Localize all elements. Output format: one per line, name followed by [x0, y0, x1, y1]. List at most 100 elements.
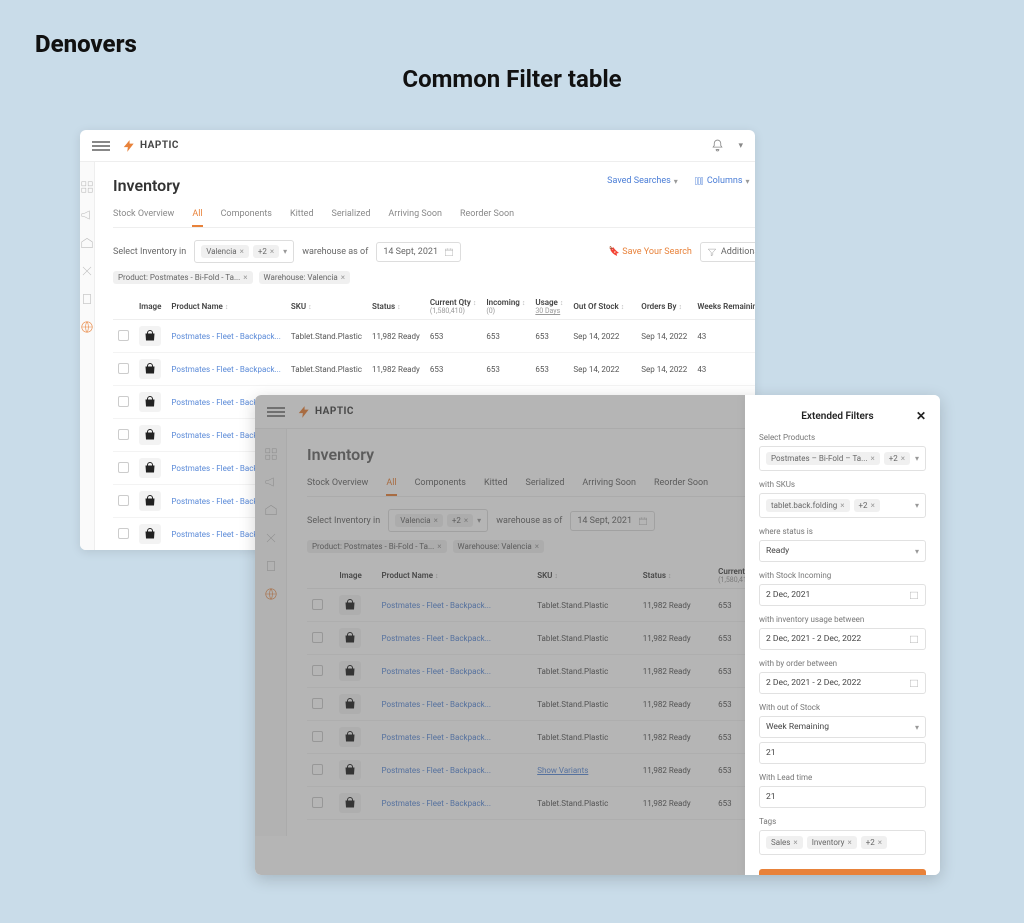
skus-input[interactable]: tablet.back.folding×+2×▾	[759, 493, 926, 518]
tab-reorder-soon[interactable]: Reorder Soon	[460, 209, 514, 227]
more-chip[interactable]: +2×	[253, 245, 279, 258]
sidebar-warehouse-icon[interactable]	[264, 503, 278, 517]
column-header[interactable]: Weeks Remaining ↕	[692, 294, 755, 320]
sidebar-megaphone-icon[interactable]	[80, 208, 94, 222]
tags-input[interactable]: Sales×Inventory×+2×	[759, 830, 926, 855]
row-checkbox[interactable]	[118, 363, 129, 374]
product-name-link[interactable]: Postmates - Fleet - Back...	[171, 497, 263, 506]
tab-arriving-soon[interactable]: Arriving Soon	[582, 478, 636, 496]
tab-stock-overview[interactable]: Stock Overview	[113, 209, 174, 227]
row-checkbox[interactable]	[312, 731, 323, 742]
columns-link[interactable]: Columns ▾	[694, 176, 750, 186]
row-checkbox[interactable]	[312, 797, 323, 808]
column-header[interactable]: Status ↕	[638, 563, 713, 589]
additional-filters-button[interactable]: Additional Filters	[700, 242, 755, 262]
sidebar-tools-icon[interactable]	[264, 531, 278, 545]
sidebar-dashboard-icon[interactable]	[264, 447, 278, 461]
lead-time-input[interactable]: 21	[759, 786, 926, 808]
product-name-link[interactable]: Postmates - Fleet - Back...	[171, 530, 263, 539]
tab-serialized[interactable]: Serialized	[332, 209, 371, 227]
chip-remove-icon[interactable]: ×	[243, 273, 247, 282]
sidebar-tools-icon[interactable]	[80, 264, 94, 278]
show-variants-link[interactable]: Show Variants	[537, 766, 588, 775]
tab-serialized[interactable]: Serialized	[526, 478, 565, 496]
inventory-usage-range[interactable]: 2 Dec, 2021 - 2 Dec, 2022	[759, 628, 926, 650]
tab-components[interactable]: Components	[221, 209, 272, 227]
warehouse-chip[interactable]: Valencia×	[395, 514, 443, 527]
column-header[interactable]: SKU ↕	[286, 294, 367, 320]
filter-chip-product[interactable]: Product: Postmates - Bi-Fold - Ta...×	[113, 271, 253, 284]
tab-reorder-soon[interactable]: Reorder Soon	[654, 478, 708, 496]
row-checkbox[interactable]	[118, 429, 129, 440]
chip-remove-icon[interactable]: ×	[437, 542, 441, 551]
product-name-link[interactable]: Postmates - Fleet - Backpack...	[382, 601, 491, 610]
product-name-link[interactable]: Postmates - Fleet - Backpack...	[382, 634, 491, 643]
chip-remove-icon[interactable]: ×	[270, 247, 274, 256]
tab-kitted[interactable]: Kitted	[484, 478, 508, 496]
sidebar-globe-icon[interactable]	[80, 320, 94, 334]
chip-remove-icon[interactable]: ×	[464, 516, 468, 525]
sidebar-clipboard-icon[interactable]	[80, 292, 94, 306]
column-header[interactable]: Usage ↕30 Days	[530, 294, 568, 320]
product-name-link[interactable]: Postmates - Fleet - Back...	[171, 464, 263, 473]
sidebar-globe-icon[interactable]	[264, 587, 278, 601]
row-checkbox[interactable]	[118, 462, 129, 473]
column-header[interactable]: Status ↕	[367, 294, 425, 320]
row-checkbox[interactable]	[118, 528, 129, 539]
product-name-link[interactable]: Postmates - Fleet - Backpack...	[382, 667, 491, 676]
row-checkbox[interactable]	[312, 698, 323, 709]
sidebar-dashboard-icon[interactable]	[80, 180, 94, 194]
column-header[interactable]: SKU ↕	[532, 563, 638, 589]
product-name-link[interactable]: Postmates - Fleet - Backpack...	[382, 766, 491, 775]
menu-icon[interactable]	[267, 407, 285, 417]
save-search-link[interactable]: 🔖 Save Your Search	[609, 247, 692, 257]
product-name-link[interactable]: Postmates - Fleet - Backpack...	[382, 700, 491, 709]
product-name-link[interactable]: Postmates - Fleet - Backpack...	[171, 332, 280, 341]
bell-icon[interactable]	[711, 139, 724, 152]
row-checkbox[interactable]	[312, 632, 323, 643]
row-checkbox[interactable]	[312, 599, 323, 610]
chip-remove-icon[interactable]: ×	[240, 247, 244, 256]
filter-chip-warehouse[interactable]: Warehouse: Valencia×	[259, 271, 351, 284]
warehouse-select[interactable]: Valencia× +2× ▾	[194, 240, 294, 263]
menu-icon[interactable]	[92, 141, 110, 151]
sidebar-warehouse-icon[interactable]	[80, 236, 94, 250]
product-name-link[interactable]: Postmates - Fleet - Backpack...	[382, 799, 491, 808]
sidebar-megaphone-icon[interactable]	[264, 475, 278, 489]
row-checkbox[interactable]	[312, 665, 323, 676]
column-header[interactable]: Incoming ↕(0)	[481, 294, 530, 320]
chip-remove-icon[interactable]: ×	[535, 542, 539, 551]
column-header[interactable]: Out Of Stock ↕	[568, 294, 636, 320]
saved-searches-link[interactable]: Saved Searches ▾	[607, 176, 678, 186]
date-input[interactable]: 14 Sept, 2021	[376, 242, 461, 262]
status-select[interactable]: Ready▾	[759, 540, 926, 562]
date-input[interactable]: 14 Sept, 2021	[570, 511, 655, 531]
user-menu-caret[interactable]: ▾	[738, 141, 743, 151]
column-header[interactable]: Current Qty ↕(1,580,410)	[425, 294, 482, 320]
row-checkbox[interactable]	[118, 396, 129, 407]
warehouse-chip[interactable]: Valencia×	[201, 245, 249, 258]
out-of-stock-select[interactable]: Week Remaining▾	[759, 716, 926, 738]
row-checkbox[interactable]	[312, 764, 323, 775]
filter-chip-warehouse[interactable]: Warehouse: Valencia×	[453, 540, 545, 553]
row-checkbox[interactable]	[118, 330, 129, 341]
tab-kitted[interactable]: Kitted	[290, 209, 314, 227]
filter-chip-product[interactable]: Product: Postmates - Bi-Fold - Ta...×	[307, 540, 447, 553]
product-name-link[interactable]: Postmates - Fleet - Backpack...	[171, 365, 280, 374]
tab-all[interactable]: All	[192, 209, 202, 227]
more-chip[interactable]: +2×	[447, 514, 473, 527]
warehouse-select[interactable]: Valencia× +2× ▾	[388, 509, 488, 532]
out-of-stock-number[interactable]: 21	[759, 742, 926, 764]
chip-remove-icon[interactable]: ×	[434, 516, 438, 525]
tab-arriving-soon[interactable]: Arriving Soon	[388, 209, 442, 227]
stock-incoming-date[interactable]: 2 Dec, 2021	[759, 584, 926, 606]
product-name-link[interactable]: Postmates - Fleet - Backpack...	[382, 733, 491, 742]
order-between-range[interactable]: 2 Dec, 2021 - 2 Dec, 2022	[759, 672, 926, 694]
close-icon[interactable]: ✕	[916, 409, 926, 423]
sidebar-clipboard-icon[interactable]	[264, 559, 278, 573]
tab-components[interactable]: Components	[415, 478, 466, 496]
search-button[interactable]: SEARCH	[759, 869, 926, 875]
select-products-input[interactable]: Postmates – Bi-Fold – Ta...×+2×▾	[759, 446, 926, 471]
column-header[interactable]: Orders By ↕	[636, 294, 692, 320]
column-header[interactable]: Product Name ↕	[166, 294, 285, 320]
